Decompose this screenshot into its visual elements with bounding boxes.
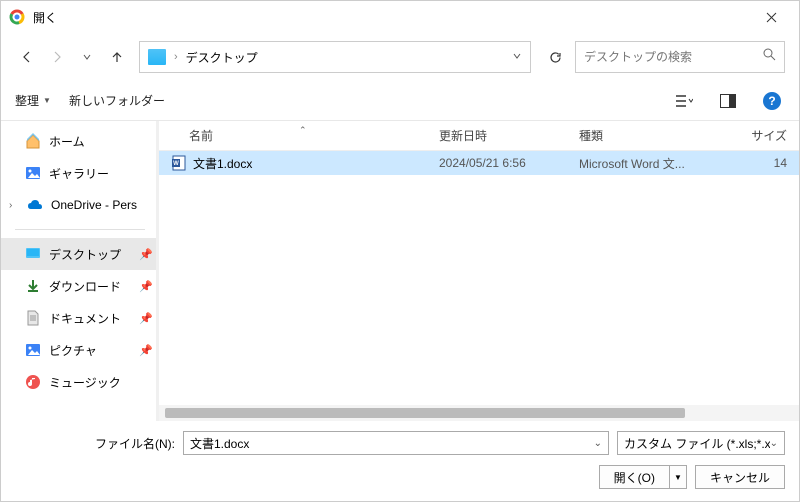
sidebar-item-music[interactable]: ミュージック [1, 366, 159, 398]
search-input[interactable] [584, 50, 763, 64]
chevron-down-icon[interactable]: ⌄ [770, 438, 778, 449]
desktop-icon [25, 246, 41, 262]
up-button[interactable] [105, 45, 129, 69]
window-title: 開く [33, 9, 751, 26]
svg-text:W: W [173, 161, 179, 167]
pin-icon: 📌 [139, 344, 153, 357]
cloud-icon [27, 197, 43, 213]
folder-icon [148, 49, 166, 65]
organize-menu[interactable]: 整理▼ [15, 92, 51, 109]
back-button[interactable] [15, 45, 39, 69]
cancel-button[interactable]: キャンセル [695, 465, 785, 489]
sidebar-item-home[interactable]: ホーム [1, 125, 159, 157]
file-name: 文書1.docx [193, 155, 439, 172]
pin-icon: 📌 [139, 312, 153, 325]
column-name[interactable]: 名前⌃ [189, 127, 439, 144]
sort-indicator: ⌃ [299, 125, 307, 136]
expand-icon[interactable]: › [9, 200, 19, 211]
word-doc-icon: W [171, 155, 187, 171]
column-size[interactable]: サイズ [719, 127, 799, 144]
music-icon [25, 374, 41, 390]
help-icon: ? [763, 92, 781, 110]
file-size: 14 [719, 156, 799, 170]
sidebar-item-documents[interactable]: ドキュメント 📌 [1, 302, 159, 334]
app-icon [9, 9, 25, 25]
file-list: W 文書1.docx 2024/05/21 6:56 Microsoft Wor… [159, 151, 799, 405]
search-box[interactable] [575, 41, 785, 73]
sidebar-item-downloads[interactable]: ダウンロード 📌 [1, 270, 159, 302]
address-dropdown[interactable] [512, 48, 522, 66]
open-button[interactable]: 開く(O) ▼ [599, 465, 687, 489]
forward-button[interactable] [45, 45, 69, 69]
file-date: 2024/05/21 6:56 [439, 156, 579, 170]
file-type: Microsoft Word 文... [579, 155, 719, 172]
chevron-down-icon[interactable]: ⌄ [594, 438, 602, 449]
sidebar-item-gallery[interactable]: ギャラリー [1, 157, 159, 189]
sidebar-item-desktop[interactable]: デスクトップ 📌 [1, 238, 159, 270]
navigation-sidebar: ホーム ギャラリー › OneDrive - Pers デスクトップ 📌 ダウン… [1, 121, 159, 421]
horizontal-scrollbar[interactable] [159, 405, 799, 421]
document-icon [25, 310, 41, 326]
column-type[interactable]: 種類 [579, 127, 719, 144]
open-dropdown[interactable]: ▼ [670, 473, 686, 482]
search-icon [763, 48, 776, 66]
refresh-button[interactable] [541, 45, 569, 69]
close-button[interactable] [751, 3, 791, 31]
filename-input[interactable] [190, 436, 594, 450]
help-button[interactable]: ? [759, 88, 785, 114]
file-row[interactable]: W 文書1.docx 2024/05/21 6:56 Microsoft Wor… [159, 151, 799, 175]
column-date[interactable]: 更新日時 [439, 127, 579, 144]
pictures-icon [25, 342, 41, 358]
preview-pane-button[interactable] [715, 88, 741, 114]
new-folder-button[interactable]: 新しいフォルダー [69, 92, 165, 109]
gallery-icon [25, 165, 41, 181]
address-bar[interactable]: › デスクトップ [139, 41, 531, 73]
chevron-right-icon: › [174, 51, 178, 63]
scrollbar-thumb[interactable] [165, 408, 685, 418]
pin-icon: 📌 [139, 280, 153, 293]
sidebar-item-pictures[interactable]: ピクチャ 📌 [1, 334, 159, 366]
view-menu[interactable] [671, 88, 697, 114]
filename-combobox[interactable]: ⌄ [183, 431, 609, 455]
filename-label: ファイル名(N): [15, 435, 175, 452]
home-icon [25, 133, 41, 149]
sidebar-divider [15, 229, 145, 230]
download-icon [25, 278, 41, 294]
column-headers: 名前⌃ 更新日時 種類 サイズ [159, 121, 799, 151]
file-type-filter[interactable]: カスタム ファイル (*.xls;*.xlsx;*.xlb;*. ⌄ [617, 431, 785, 455]
pin-icon: 📌 [139, 248, 153, 261]
chevron-down-icon: ▼ [43, 96, 51, 105]
sidebar-item-onedrive[interactable]: › OneDrive - Pers [1, 189, 159, 221]
recent-dropdown[interactable] [75, 45, 99, 69]
breadcrumb-location[interactable]: デスクトップ [186, 49, 258, 66]
